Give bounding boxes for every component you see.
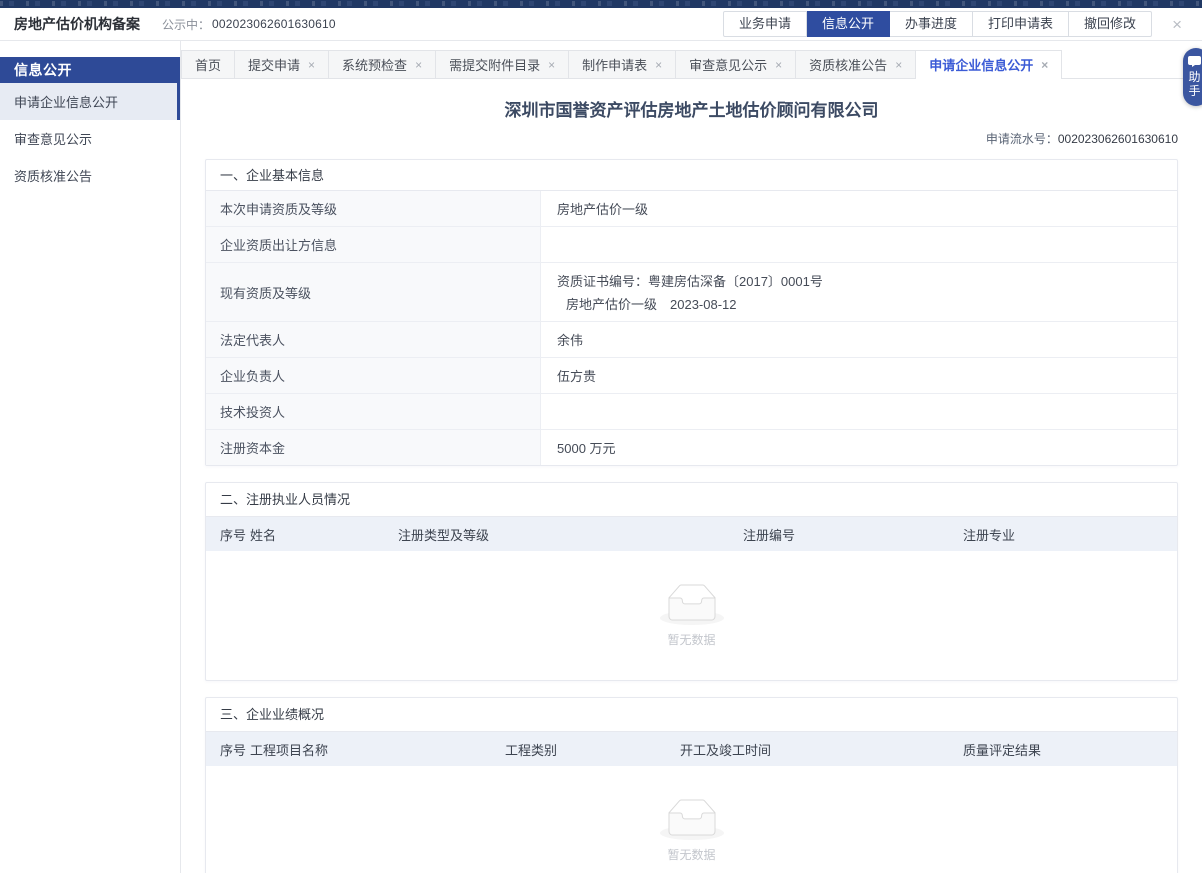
background-window-strip <box>0 0 1202 8</box>
tab-close-icon[interactable]: × <box>308 59 315 71</box>
tab-attachment-list[interactable]: 需提交附件目录 × <box>436 50 569 78</box>
business-apply-button[interactable]: 业务申请 <box>723 11 807 37</box>
sidebar-item-label: 申请企业信息公开 <box>14 92 118 111</box>
tab-close-icon[interactable]: × <box>775 59 782 71</box>
section-title: 二、注册执业人员情况 <box>206 483 1177 517</box>
table-row: 技术投资人 <box>206 394 1177 430</box>
table-row: 企业负责人 伍方贵 <box>206 358 1177 394</box>
section-performance: 三、企业业绩概况 序号 工程项目名称 工程类别 开工及竣工时间 质量评定结果 <box>205 697 1178 873</box>
withdraw-modify-button[interactable]: 撤回修改 <box>1069 11 1152 37</box>
progress-button[interactable]: 办事进度 <box>890 11 973 37</box>
serial-number: 002023062601630610 <box>1058 132 1178 146</box>
tab-qualification-notice[interactable]: 资质核准公告 × <box>796 50 916 78</box>
table-row: 注册资本金 5000 万元 <box>206 430 1177 465</box>
table-row: 现有资质及等级 资质证书编号：粤建房估深备〔2017〕0001号 房地产估价一级… <box>206 263 1177 322</box>
sidebar-item-qualification-notice[interactable]: 资质核准公告 <box>0 157 180 194</box>
section-title: 三、企业业绩概况 <box>206 698 1177 732</box>
tab-system-precheck[interactable]: 系统预检查 × <box>329 50 436 78</box>
section-title: 一、企业基本信息 <box>206 160 1177 191</box>
table-row: 法定代表人 余伟 <box>206 322 1177 358</box>
tab-close-icon[interactable]: × <box>548 59 555 71</box>
empty-box-icon <box>660 584 724 625</box>
sidebar-item-apply-company-disclosure[interactable]: 申请企业信息公开 <box>0 83 180 120</box>
qualification-line: 房地产估价一级 2023-08-12 <box>557 294 1167 313</box>
status-label: 公示中： <box>162 16 210 33</box>
sidebar-header: 信息公开 <box>0 57 180 83</box>
titlebar: 房地产估价机构备案 公示中： 002023062601630610 业务申请 信… <box>0 8 1202 41</box>
empty-text: 暂无数据 <box>667 631 715 648</box>
cert-number-line: 资质证书编号：粤建房估深备〔2017〕0001号 <box>557 271 1167 290</box>
sidebar-item-label: 资质核准公告 <box>14 166 92 185</box>
page-title: 深圳市国誉资产评估房地产土地估价顾问有限公司 <box>181 96 1202 121</box>
tab-review-opinion[interactable]: 审查意见公示 × <box>676 50 796 78</box>
section-basic-info: 一、企业基本信息 本次申请资质及等级 房地产估价一级 企业资质出让方信息 现有资… <box>205 159 1178 466</box>
sidebar: 信息公开 申请企业信息公开 审查意见公示 资质核准公告 <box>0 41 181 873</box>
performance-table-header: 序号 工程项目名称 工程类别 开工及竣工时间 质量评定结果 <box>206 732 1177 766</box>
top-nav-button-group: 业务申请 信息公开 办事进度 打印申请表 撤回修改 <box>723 11 1152 37</box>
tab-close-icon[interactable]: × <box>895 59 902 71</box>
assistant-button[interactable]: 助手 <box>1183 48 1202 106</box>
empty-text: 暂无数据 <box>667 846 715 863</box>
personnel-table-header: 序号 姓名 注册类型及等级 注册编号 注册专业 <box>206 517 1177 551</box>
tab-close-icon[interactable]: × <box>655 59 662 71</box>
application-serial: 申请流水号：002023062601630610 <box>181 130 1178 147</box>
sidebar-item-review-opinion[interactable]: 审查意见公示 <box>0 120 180 157</box>
tab-make-application-form[interactable]: 制作申请表 × <box>569 50 676 78</box>
tab-bar: 首页 提交申请 × 系统预检查 × 需提交附件目录 × 制作申请表 × 审查意见… <box>181 50 1202 79</box>
section-registered-personnel: 二、注册执业人员情况 序号 姓名 注册类型及等级 注册编号 注册专业 <box>205 482 1178 681</box>
empty-box-icon <box>660 799 724 840</box>
chat-icon <box>1188 56 1201 67</box>
performance-empty-state: 暂无数据 <box>206 766 1177 873</box>
personnel-empty-state: 暂无数据 <box>206 551 1177 680</box>
info-disclosure-button[interactable]: 信息公开 <box>807 11 890 37</box>
table-row: 本次申请资质及等级 房地产估价一级 <box>206 191 1177 227</box>
app-title: 房地产估价机构备案 <box>14 14 140 34</box>
assistant-label: 助手 <box>1188 70 1201 98</box>
content-area[interactable]: 深圳市国誉资产评估房地产土地估价顾问有限公司 申请流水号：00202306260… <box>181 79 1202 873</box>
close-icon[interactable]: × <box>1166 14 1188 35</box>
status-serial-number: 002023062601630610 <box>212 17 336 31</box>
publicity-status: 公示中： 002023062601630610 <box>162 16 336 33</box>
sidebar-item-label: 审查意见公示 <box>14 129 92 148</box>
tab-close-icon[interactable]: × <box>1041 59 1048 71</box>
table-row: 企业资质出让方信息 <box>206 227 1177 263</box>
tab-apply-company-disclosure[interactable]: 申请企业信息公开 × <box>916 50 1062 78</box>
tab-home[interactable]: 首页 <box>181 50 235 78</box>
tab-submit-application[interactable]: 提交申请 × <box>235 50 329 78</box>
print-application-button[interactable]: 打印申请表 <box>973 11 1069 37</box>
tab-close-icon[interactable]: × <box>415 59 422 71</box>
